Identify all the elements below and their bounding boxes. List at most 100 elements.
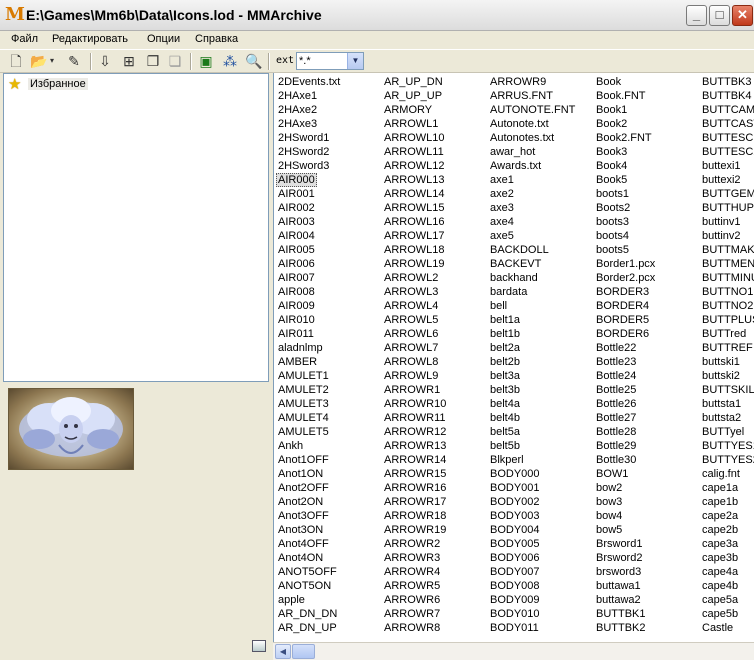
file-item[interactable]: BORDER4	[594, 300, 649, 312]
file-item[interactable]: Book.FNT	[594, 90, 646, 102]
file-item[interactable]: AIR011	[276, 328, 314, 340]
file-item[interactable]: Bottle30	[594, 454, 636, 466]
search-icon[interactable]: 🔍	[245, 53, 262, 69]
file-item[interactable]: AR_DN_DN	[276, 608, 337, 620]
title-bar[interactable]: M E:\Games\Mm6b\Data\Icons.lod - MMArchi…	[0, 0, 754, 31]
file-item[interactable]: BORDER6	[594, 328, 649, 340]
compare-icon[interactable]: ⁂	[222, 53, 238, 69]
file-item[interactable]: ARROWL19	[382, 258, 445, 270]
file-item[interactable]: cape3a	[700, 538, 738, 550]
file-item[interactable]: Anot4ON	[276, 552, 323, 564]
ext-filter-combo[interactable]: ▼	[296, 52, 364, 70]
file-item[interactable]: BODY005	[488, 538, 540, 550]
file-item[interactable]: cape4a	[700, 566, 738, 578]
file-item[interactable]: buttinv1	[700, 216, 741, 228]
file-item[interactable]: ARROWR5	[382, 580, 440, 592]
file-item[interactable]: AMULET2	[276, 384, 329, 396]
file-item[interactable]: ARROWL9	[382, 370, 438, 382]
file-item[interactable]: AMULET4	[276, 412, 329, 424]
file-item[interactable]: 2HSword1	[276, 132, 329, 144]
file-item[interactable]: 2HAxe3	[276, 118, 317, 130]
favorites-tree[interactable]: ★ Избранное	[3, 73, 269, 382]
ext-filter-input[interactable]	[299, 54, 345, 68]
panel-layout-icon[interactable]	[252, 640, 266, 652]
file-item[interactable]: AIR001	[276, 188, 315, 200]
file-item[interactable]: axe1	[488, 174, 514, 186]
file-item[interactable]: AMULET5	[276, 426, 329, 438]
file-item[interactable]: BUTTCAMP	[700, 104, 754, 116]
file-item[interactable]: BUTTCAST	[700, 118, 754, 130]
file-item[interactable]: bow2	[594, 482, 622, 494]
file-item[interactable]: buttexi2	[700, 174, 741, 186]
file-item[interactable]: AIR005	[276, 244, 315, 256]
file-item[interactable]: 2HSword2	[276, 146, 329, 158]
paste-icon[interactable]: ❏	[167, 53, 183, 69]
copy-icon[interactable]: ❐	[145, 53, 161, 69]
menu-file[interactable]: Файл	[11, 33, 38, 45]
maximize-button[interactable]: □	[709, 5, 730, 26]
file-item[interactable]: aladnlmp	[276, 342, 323, 354]
file-item[interactable]: ARROWR11	[382, 412, 446, 424]
file-item[interactable]: Book2	[594, 118, 627, 130]
file-item[interactable]: belt2b	[488, 356, 520, 368]
file-item[interactable]: cape1b	[700, 496, 738, 508]
file-item[interactable]: AIR000	[276, 173, 317, 187]
file-item[interactable]: belt3a	[488, 370, 520, 382]
file-item[interactable]: boots1	[594, 188, 629, 200]
file-item[interactable]: buttinv2	[700, 230, 741, 242]
file-item[interactable]: Anot3OFF	[276, 510, 329, 522]
file-item[interactable]: boots3	[594, 216, 629, 228]
file-item[interactable]: ARROWR2	[382, 538, 440, 550]
file-item[interactable]: BACKDOLL	[488, 244, 549, 256]
file-item[interactable]: ARROWL8	[382, 356, 438, 368]
file-item[interactable]: belt3b	[488, 384, 520, 396]
file-item[interactable]: bell	[488, 300, 507, 312]
file-item[interactable]: BODY011	[488, 622, 539, 634]
file-item[interactable]: Bottle22	[594, 342, 636, 354]
file-item[interactable]: Bottle29	[594, 440, 636, 452]
file-item[interactable]: bow5	[594, 524, 622, 536]
file-item[interactable]: BUTTREF	[700, 342, 753, 354]
dropdown-arrow-icon[interactable]: ▾	[48, 53, 56, 69]
file-item[interactable]: BUTTHUP2	[700, 202, 754, 214]
file-item[interactable]: BUTTBK3	[700, 76, 752, 88]
file-item[interactable]: BORDER3	[594, 286, 649, 298]
file-item[interactable]: Anot2ON	[276, 496, 323, 508]
file-item[interactable]: BODY010	[488, 608, 540, 620]
file-item[interactable]: BUTTMENU	[700, 258, 754, 270]
file-item[interactable]: belt4a	[488, 398, 520, 410]
file-item[interactable]: BOW1	[594, 468, 628, 480]
scroll-thumb[interactable]	[292, 644, 315, 659]
file-item[interactable]: BODY008	[488, 580, 540, 592]
open-icon[interactable]: 📂	[30, 53, 47, 69]
file-item[interactable]: Boots2	[594, 202, 630, 214]
file-item[interactable]: ARROWR12	[382, 426, 446, 438]
file-item[interactable]: ARROWR18	[382, 510, 446, 522]
file-item[interactable]: ARMORY	[382, 104, 432, 116]
file-item[interactable]: ANOT5ON	[276, 580, 331, 592]
file-item[interactable]: BUTTESC1	[700, 132, 754, 144]
file-item[interactable]: ARROWR13	[382, 440, 446, 452]
menu-edit[interactable]: Редактировать	[52, 33, 128, 45]
file-item[interactable]: BUTTBK1	[594, 608, 646, 620]
file-item[interactable]: ARROWR8	[382, 622, 440, 634]
file-item[interactable]: Anot3ON	[276, 524, 323, 536]
file-item[interactable]: Bottle25	[594, 384, 636, 396]
file-item[interactable]: BORDER5	[594, 314, 649, 326]
file-item[interactable]: axe4	[488, 216, 514, 228]
file-item[interactable]: BUTTYES1	[700, 440, 754, 452]
file-item[interactable]: BUTTESC2	[700, 146, 754, 158]
file-item[interactable]: calig.fnt	[700, 468, 740, 480]
file-item[interactable]: ARROWR9	[488, 76, 546, 88]
file-item[interactable]: ARROWL5	[382, 314, 438, 326]
file-item[interactable]: belt2a	[488, 342, 520, 354]
file-item[interactable]: AUTONOTE.FNT	[488, 104, 575, 116]
menu-options[interactable]: Опции	[147, 33, 180, 45]
file-item[interactable]: buttsta1	[700, 398, 741, 410]
file-item[interactable]: Border2.pcx	[594, 272, 655, 284]
file-item[interactable]: cape1a	[700, 482, 738, 494]
file-item[interactable]: ARROWL3	[382, 286, 438, 298]
file-item[interactable]: ARROWR3	[382, 552, 440, 564]
file-item[interactable]: BODY004	[488, 524, 540, 536]
file-item[interactable]: AMULET1	[276, 370, 329, 382]
